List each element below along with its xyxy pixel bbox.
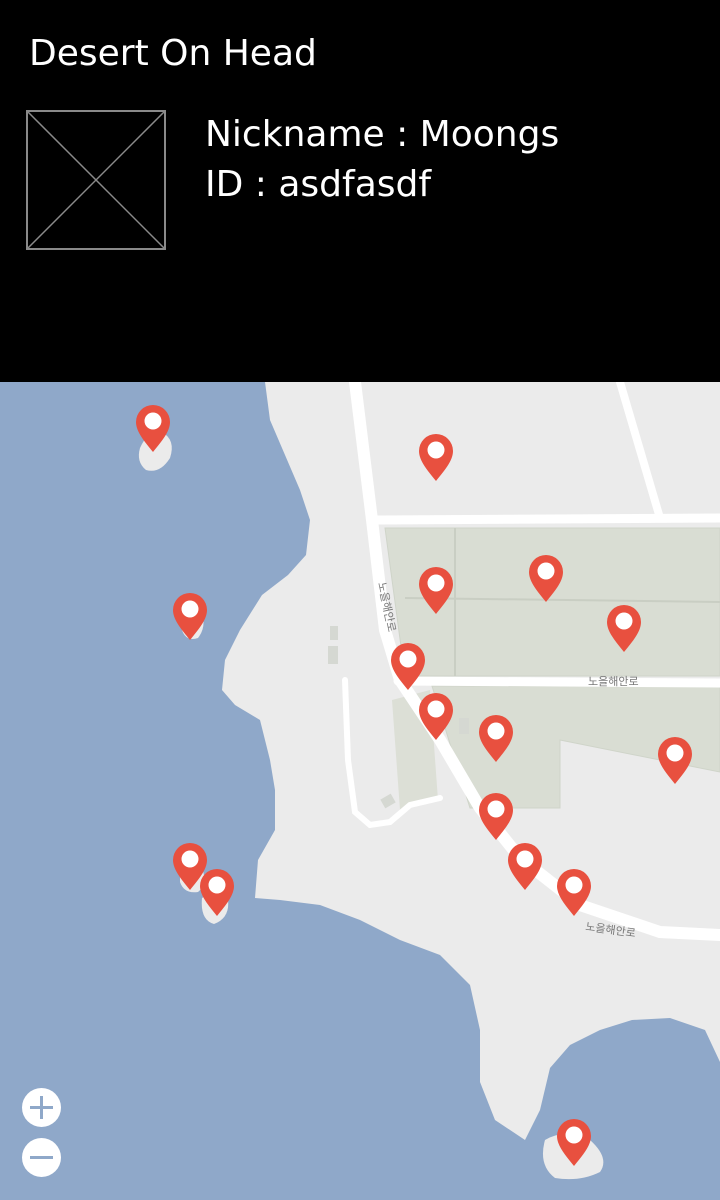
road-label: 노을해안로	[588, 674, 639, 688]
map-canvas[interactable]: 노을해안로 노을해안로 노을해안로	[0, 382, 720, 1200]
plus-icon	[30, 1096, 53, 1119]
avatar-placeholder-icon	[26, 110, 166, 250]
nickname-text: Nickname : Moongs	[205, 114, 560, 155]
app-title: Desert On Head	[29, 33, 317, 74]
profile-header: Desert On Head Nickname : Moongs ID : as…	[0, 0, 720, 382]
map-view[interactable]: 노을해안로 노을해안로 노을해안로	[0, 382, 720, 1200]
zoom-in-button[interactable]	[22, 1088, 61, 1127]
user-id-text: ID : asdfasdf	[205, 164, 432, 205]
zoom-out-button[interactable]	[22, 1138, 61, 1177]
minus-icon	[30, 1156, 53, 1159]
